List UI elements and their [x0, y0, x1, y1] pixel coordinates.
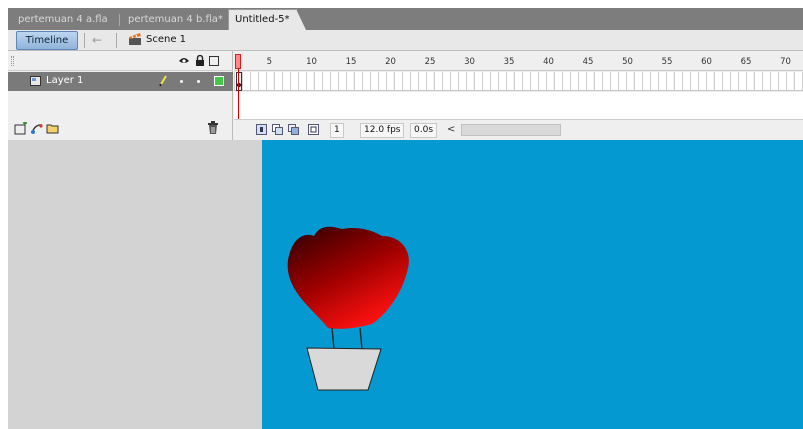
clapperboard-icon: [129, 33, 141, 45]
balloon-basket[interactable]: [306, 347, 382, 391]
ruler-tick-label: 30: [464, 57, 475, 67]
layers-column: Layer 1: [8, 51, 233, 140]
hot-air-balloon[interactable]: [262, 140, 803, 429]
ruler-tick-label: 55: [661, 57, 673, 67]
trash-icon[interactable]: [207, 121, 219, 135]
layer-frames[interactable]: [234, 72, 803, 91]
balloon-rope-right: [359, 327, 363, 350]
new-layer-icon[interactable]: [14, 122, 28, 135]
playhead[interactable]: [235, 54, 241, 69]
tab-pertemuan-4a[interactable]: pertemuan 4 a.fla: [12, 10, 114, 30]
timeline-button[interactable]: Timeline: [16, 31, 78, 50]
ruler-tick-label: 50: [622, 57, 633, 67]
lock-dot[interactable]: [197, 80, 200, 83]
lock-icon[interactable]: [195, 55, 205, 66]
layer-color-swatch[interactable]: [214, 76, 224, 86]
active-tab-notch: [296, 9, 306, 30]
timeline-scrollbar[interactable]: [461, 124, 561, 136]
frame-ruler[interactable]: 5 10 15 20 25 30 35 40 45 50 55 60 65 70: [234, 51, 803, 71]
ruler-tick-label: 10: [306, 57, 317, 67]
editbar-separator: [116, 33, 117, 48]
balloon-envelope[interactable]: [287, 226, 409, 329]
scene-label[interactable]: Scene 1: [146, 34, 186, 45]
ruler-tick-label: 35: [503, 57, 515, 67]
visibility-dot[interactable]: [180, 80, 183, 83]
pencil-icon: [159, 75, 167, 87]
stage[interactable]: [262, 140, 803, 429]
layer-tools: [8, 119, 233, 139]
timeline-panel: Layer 1 5 10 15 20 25 30 35 40 45 50 55 …: [8, 51, 803, 140]
elapsed-time: 0.0s: [410, 123, 438, 138]
timeline-status-bar: 1 12.0 fps 0.0s <: [234, 119, 803, 140]
layer-row[interactable]: Layer 1: [8, 72, 233, 91]
window-edge: [0, 0, 8, 429]
frames-empty-area[interactable]: [234, 92, 803, 119]
frame-rate[interactable]: 12.0 fps: [360, 123, 405, 138]
outline-icon[interactable]: [209, 56, 219, 66]
layer-icon: [30, 76, 41, 86]
tab-separator: [119, 14, 120, 26]
pasteboard[interactable]: [8, 140, 262, 429]
edit-bar: Timeline ← Scene 1: [8, 30, 803, 51]
balloon-rope-left: [331, 327, 335, 350]
onion-skin-outlines-icon[interactable]: [288, 124, 299, 135]
ruler-tick-label: 20: [385, 57, 396, 67]
ruler-tick-label: 70: [780, 57, 791, 67]
tab-untitled-5[interactable]: Untitled-5*: [228, 9, 297, 30]
back-arrow-icon[interactable]: ←: [92, 34, 106, 46]
eye-icon[interactable]: [178, 56, 190, 65]
frames-column[interactable]: 5 10 15 20 25 30 35 40 45 50 55 60 65 70 1: [234, 51, 803, 140]
edit-multiple-frames-icon[interactable]: [308, 124, 319, 135]
ruler-tick-label: 5: [266, 57, 273, 67]
current-frame: 1: [330, 123, 344, 138]
center-frame-icon[interactable]: [256, 124, 267, 135]
scroll-left-icon[interactable]: <: [447, 124, 455, 135]
layer-name[interactable]: Layer 1: [46, 75, 83, 86]
ruler-tick-label: 45: [582, 57, 594, 67]
editbar-separator: [84, 33, 85, 48]
ruler-tick-label: 40: [543, 57, 554, 67]
keyframe[interactable]: [236, 72, 242, 91]
new-folder-icon[interactable]: [46, 122, 60, 135]
ruler-tick-label: 25: [424, 57, 436, 67]
panel-grip[interactable]: [11, 56, 14, 66]
layers-header: [8, 51, 233, 71]
tab-pertemuan-4b[interactable]: pertemuan 4 b.fla*: [122, 10, 229, 30]
ruler-tick-label: 15: [345, 57, 357, 67]
ruler-tick-label: 65: [740, 57, 752, 67]
document-tab-bar: pertemuan 4 a.fla pertemuan 4 b.fla* Unt…: [0, 0, 803, 30]
ruler-tick-label: 60: [701, 57, 712, 67]
onion-skin-icon[interactable]: [272, 124, 283, 135]
motion-guide-icon[interactable]: [30, 122, 44, 135]
